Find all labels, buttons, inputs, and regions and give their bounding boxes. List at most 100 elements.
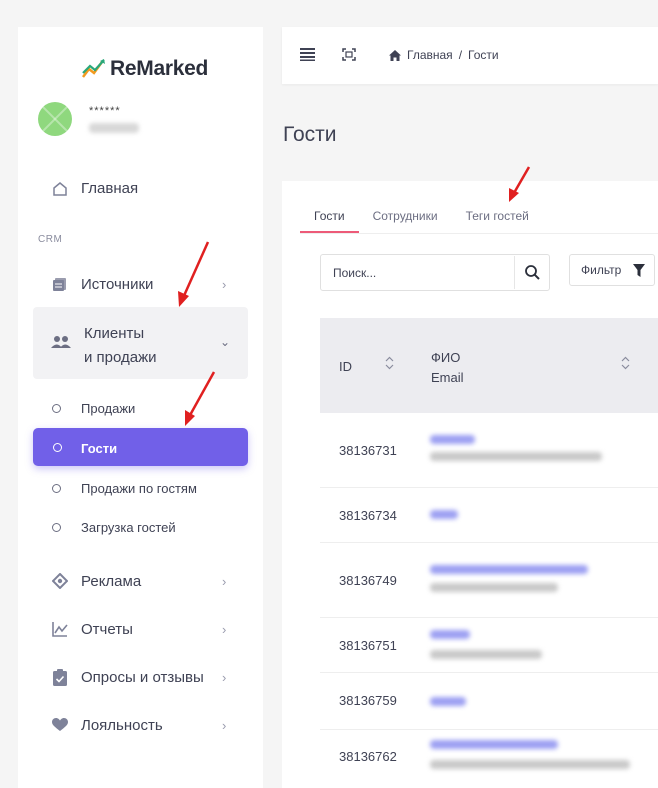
target-icon xyxy=(51,572,69,590)
sidebar-subitem-label: Продажи xyxy=(81,401,136,416)
sidebar-item-reports[interactable]: Отчеты › xyxy=(18,619,263,639)
bullet-icon xyxy=(52,484,61,493)
users-icon xyxy=(51,334,71,355)
sidebar-item-home[interactable]: Главная xyxy=(18,178,263,198)
app-logo[interactable]: ReMarked xyxy=(82,57,208,81)
sidebar-item-clients-sales[interactable]: Клиенты и продажи ⌄ xyxy=(33,307,248,379)
chart-line-icon xyxy=(51,620,69,638)
table-row[interactable]: 38136734 xyxy=(320,488,658,543)
home-icon[interactable] xyxy=(389,49,401,61)
fullscreen-button[interactable] xyxy=(342,48,356,66)
sort-icon[interactable] xyxy=(385,356,394,370)
chevron-right-icon: › xyxy=(222,573,227,589)
sidebar-item-label: Лояльность xyxy=(81,716,163,734)
bullet-icon xyxy=(52,404,61,413)
sidebar-subitem-guest-import[interactable]: Загрузка гостей xyxy=(18,520,263,536)
search-box xyxy=(320,254,550,291)
column-header-fio[interactable]: ФИО xyxy=(431,348,464,368)
cell-name-blurred xyxy=(430,510,458,519)
sidebar-item-label: Опросы и отзывы xyxy=(81,668,204,686)
table-row[interactable]: 38136759 xyxy=(320,673,658,730)
bullet-icon xyxy=(52,523,61,532)
bullet-icon xyxy=(53,443,62,452)
cell-name-blurred xyxy=(430,630,470,639)
cell-name-blurred xyxy=(430,740,558,749)
sidebar-subitem-label: Гости xyxy=(81,441,118,456)
chevron-right-icon: › xyxy=(222,717,227,733)
sidebar-subitem-label: Загрузка гостей xyxy=(81,520,176,535)
tab-guest-tags[interactable]: Теги гостей xyxy=(452,209,543,233)
tab-guests[interactable]: Гости xyxy=(300,209,359,233)
user-name: ****** xyxy=(89,105,121,117)
sidebar-item-surveys[interactable]: Опросы и отзывы › xyxy=(18,667,263,687)
fullscreen-icon xyxy=(342,48,356,61)
sidebar-subitem-sales[interactable]: Продажи xyxy=(18,401,263,417)
filter-icon xyxy=(633,263,646,277)
breadcrumb-separator: / xyxy=(458,48,463,62)
page-title: Гости xyxy=(283,123,337,146)
filter-button[interactable]: Фильтр xyxy=(569,254,655,286)
tab-employees[interactable]: Сотрудники xyxy=(359,209,452,233)
annotation-arrow-icon xyxy=(178,241,210,307)
sources-icon xyxy=(51,275,69,293)
sidebar-item-sources[interactable]: Источники › xyxy=(18,274,263,294)
cell-id: 38136734 xyxy=(339,508,397,523)
cell-email-blurred xyxy=(430,452,602,461)
sidebar-item-loyalty[interactable]: Лояльность › xyxy=(18,715,263,735)
cell-id: 38136751 xyxy=(339,638,397,653)
menu-toggle-button[interactable] xyxy=(300,48,315,66)
chevron-down-icon: ⌄ xyxy=(220,335,231,349)
sidebar-subitem-sales-by-guests[interactable]: Продажи по гостям xyxy=(18,481,263,497)
search-button[interactable] xyxy=(514,256,549,289)
trend-logo-icon xyxy=(82,59,105,78)
sidebar-subitem-guests[interactable]: Гости xyxy=(33,428,248,466)
column-header-email[interactable]: Email xyxy=(431,368,464,388)
cell-id: 38136749 xyxy=(339,573,397,588)
table-row[interactable]: 38136751 xyxy=(320,618,658,673)
search-icon xyxy=(524,265,540,280)
breadcrumb: Главная / Гости xyxy=(389,48,499,62)
table-header: ID ФИО Email xyxy=(320,318,658,413)
cell-id: 38136762 xyxy=(339,749,397,764)
avatar[interactable] xyxy=(38,102,72,136)
sidebar-item-label: Источники xyxy=(81,275,154,293)
cell-email-blurred xyxy=(430,650,542,659)
table-row[interactable]: 38136731 xyxy=(320,413,658,488)
tabs-divider xyxy=(300,233,658,234)
content-card: Гости Сотрудники Теги гостей Фильтр ID Ф… xyxy=(282,181,658,788)
cell-name-blurred xyxy=(430,435,475,444)
home-icon xyxy=(51,179,69,197)
heart-icon xyxy=(51,716,69,734)
column-header-id[interactable]: ID xyxy=(339,359,352,374)
cell-id: 38136759 xyxy=(339,693,397,708)
sidebar-item-label: Отчеты xyxy=(81,620,133,638)
sidebar-item-ads[interactable]: Реклама › xyxy=(18,571,263,591)
cell-id: 38136731 xyxy=(339,443,397,458)
user-profile[interactable]: ****** xyxy=(38,102,139,136)
annotation-arrow-icon xyxy=(509,166,531,202)
chevron-right-icon: › xyxy=(222,669,227,685)
breadcrumb-home[interactable]: Главная xyxy=(407,48,453,62)
table-row[interactable]: 38136749 xyxy=(320,543,658,618)
breadcrumb-current: Гости xyxy=(468,48,499,62)
cell-name-blurred xyxy=(430,697,466,706)
section-label-crm: CRM xyxy=(38,234,63,245)
table-row[interactable]: 38136762 xyxy=(320,730,658,788)
cell-email-blurred xyxy=(430,583,558,592)
sort-icon[interactable] xyxy=(621,356,630,370)
search-input[interactable] xyxy=(322,256,512,289)
sidebar-item-label: и продажи xyxy=(84,349,157,366)
chevron-right-icon: › xyxy=(222,621,227,637)
sidebar-item-label: Реклама xyxy=(81,572,142,590)
sidebar-item-label: Главная xyxy=(81,179,139,197)
user-role-blurred xyxy=(89,123,139,133)
sidebar-item-label: Клиенты xyxy=(84,325,145,342)
annotation-arrow-icon xyxy=(185,371,216,426)
clipboard-check-icon xyxy=(51,668,69,686)
sidebar-subitem-label: Продажи по гостям xyxy=(81,481,197,496)
logo-text: ReMarked xyxy=(110,57,208,80)
filter-label: Фильтр xyxy=(581,263,622,277)
cell-email-blurred xyxy=(430,760,630,769)
sidebar: ReMarked ****** Главная CRM Источники › … xyxy=(18,27,263,788)
hamburger-icon xyxy=(300,48,315,61)
